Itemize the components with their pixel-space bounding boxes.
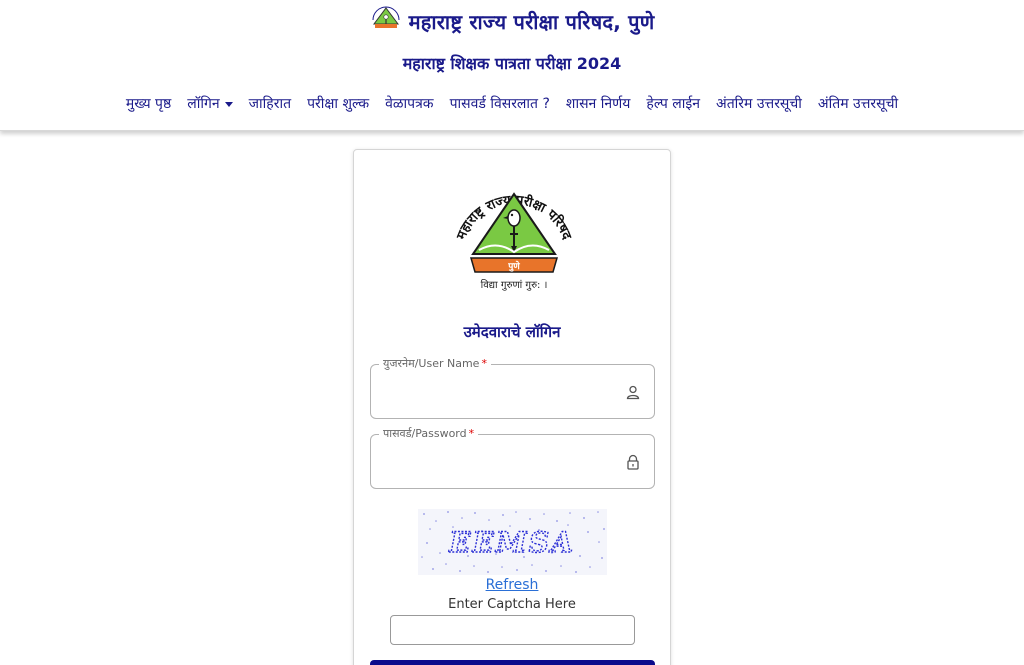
nav-advertisement-label: जाहिरात — [248, 96, 292, 112]
emblem-motto: विद्या गुरुणां गुरु: । — [481, 279, 548, 291]
nav-helpline[interactable]: हेल्प लाईन — [638, 94, 708, 113]
username-label-text: युजरनेम/User Name — [383, 357, 480, 370]
brand: महाराष्ट्र राज्य परीक्षा परिषद, पुणे — [0, 5, 1024, 37]
nav-provisional-answer-key-label: अंतरिम उत्तरसूची — [716, 96, 802, 112]
caret-down-icon — [224, 101, 233, 107]
password-required-mark: * — [468, 427, 475, 440]
site-header: महाराष्ट्र राज्य परीक्षा परिषद, पुणे महा… — [0, 0, 1024, 131]
lock-icon — [627, 454, 639, 470]
nav-schedule-label: वेळापत्रक — [385, 96, 434, 112]
username-input[interactable] — [381, 379, 616, 405]
main-nav: मुख्य पृष्ठ लॉगिन जाहिरात परीक्षा शुल्क … — [0, 94, 1024, 113]
nav-government-resolution[interactable]: शासन निर्णय — [558, 94, 638, 113]
nav-final-answer-key[interactable]: अंतिम उत्तरसूची — [810, 94, 906, 113]
nav-forgot-password-label: पासवर्ड विसरलात ? — [449, 96, 550, 112]
nav-advertisement[interactable]: जाहिरात — [241, 94, 299, 113]
login-title: उमेदवाराचे लॉगिन — [463, 323, 561, 341]
nav-login-dropdown[interactable]: लॉगिन — [179, 94, 240, 113]
nav-home-label: मुख्य पृष्ठ — [125, 96, 172, 112]
password-label-text: पासवर्ड/Password — [383, 427, 467, 440]
login-card: महाराष्ट्र राज्य परीक्षा परिषद पुणे विद्… — [353, 149, 671, 665]
captcha-text: EEMSA — [448, 526, 575, 559]
nav-exam-fee-label: परीक्षा शुल्क — [307, 96, 370, 112]
password-input[interactable] — [381, 449, 616, 475]
nav-home[interactable]: मुख्य पृष्ठ — [118, 94, 179, 113]
password-label: पासवर्ड/Password * — [379, 426, 479, 441]
nav-provisional-answer-key[interactable]: अंतरिम उत्तरसूची — [708, 94, 810, 113]
emblem-logo-icon — [372, 6, 400, 28]
username-label: युजरनेम/User Name * — [379, 356, 491, 371]
nav-helpline-label: हेल्प लाईन — [646, 96, 700, 112]
nav-final-answer-key-label: अंतिम उत्तरसूची — [817, 96, 899, 112]
nav-government-resolution-label: शासन निर्णय — [565, 96, 631, 112]
captcha-image: EEMSA — [418, 509, 607, 575]
council-emblem: महाराष्ट्र राज्य परीक्षा परिषद पुणे विद्… — [454, 192, 574, 291]
login-submit-button[interactable] — [370, 660, 655, 665]
site-title: महाराष्ट्र राज्य परीक्षा परिषद, पुणे — [408, 9, 655, 34]
nav-exam-fee[interactable]: परीक्षा शुल्क — [299, 94, 377, 113]
password-field: पासवर्ड/Password * — [370, 426, 655, 489]
emblem-city: पुणे — [507, 260, 520, 272]
exam-subtitle: महाराष्ट्र शिक्षक पात्रता परीक्षा 2024 — [402, 54, 622, 73]
captcha-input[interactable] — [390, 615, 635, 645]
captcha-input-label: Enter Captcha Here — [448, 597, 576, 612]
nav-schedule[interactable]: वेळापत्रक — [377, 94, 441, 113]
captcha-refresh-link[interactable]: Refresh — [354, 577, 670, 593]
username-required-mark: * — [481, 357, 487, 370]
user-icon — [626, 385, 640, 400]
nav-login-label: लॉगिन — [187, 96, 220, 112]
nav-forgot-password[interactable]: पासवर्ड विसरलात ? — [442, 94, 558, 113]
username-field: युजरनेम/User Name * — [370, 356, 655, 419]
